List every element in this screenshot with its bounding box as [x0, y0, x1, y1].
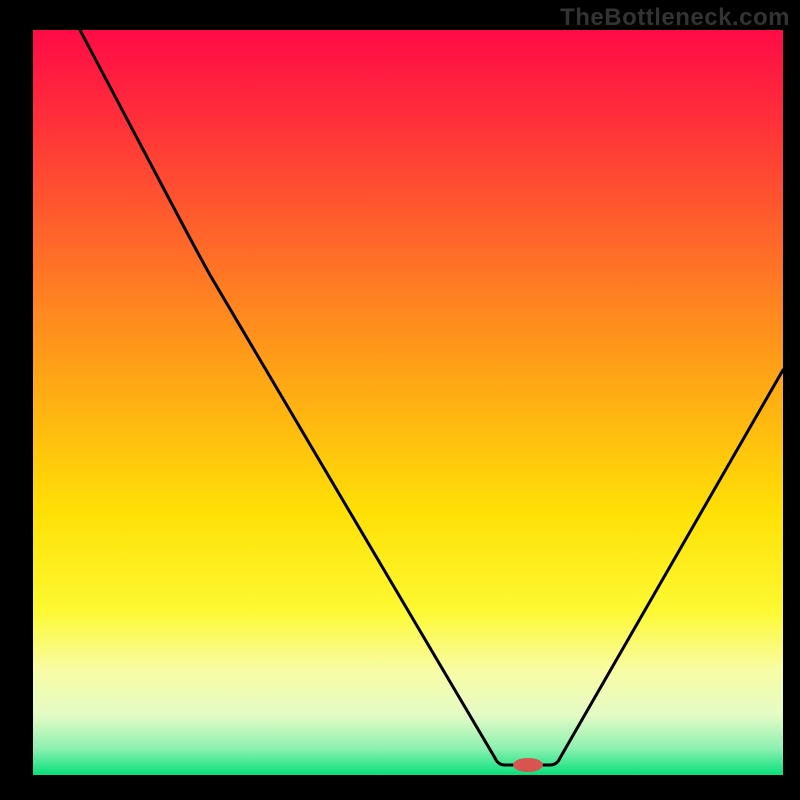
- optimal-marker: [513, 758, 543, 772]
- chart-frame: TheBottleneck.com: [0, 0, 800, 800]
- watermark-text: TheBottleneck.com: [560, 4, 790, 32]
- chart-svg: [0, 0, 800, 800]
- plot-background: [33, 30, 783, 775]
